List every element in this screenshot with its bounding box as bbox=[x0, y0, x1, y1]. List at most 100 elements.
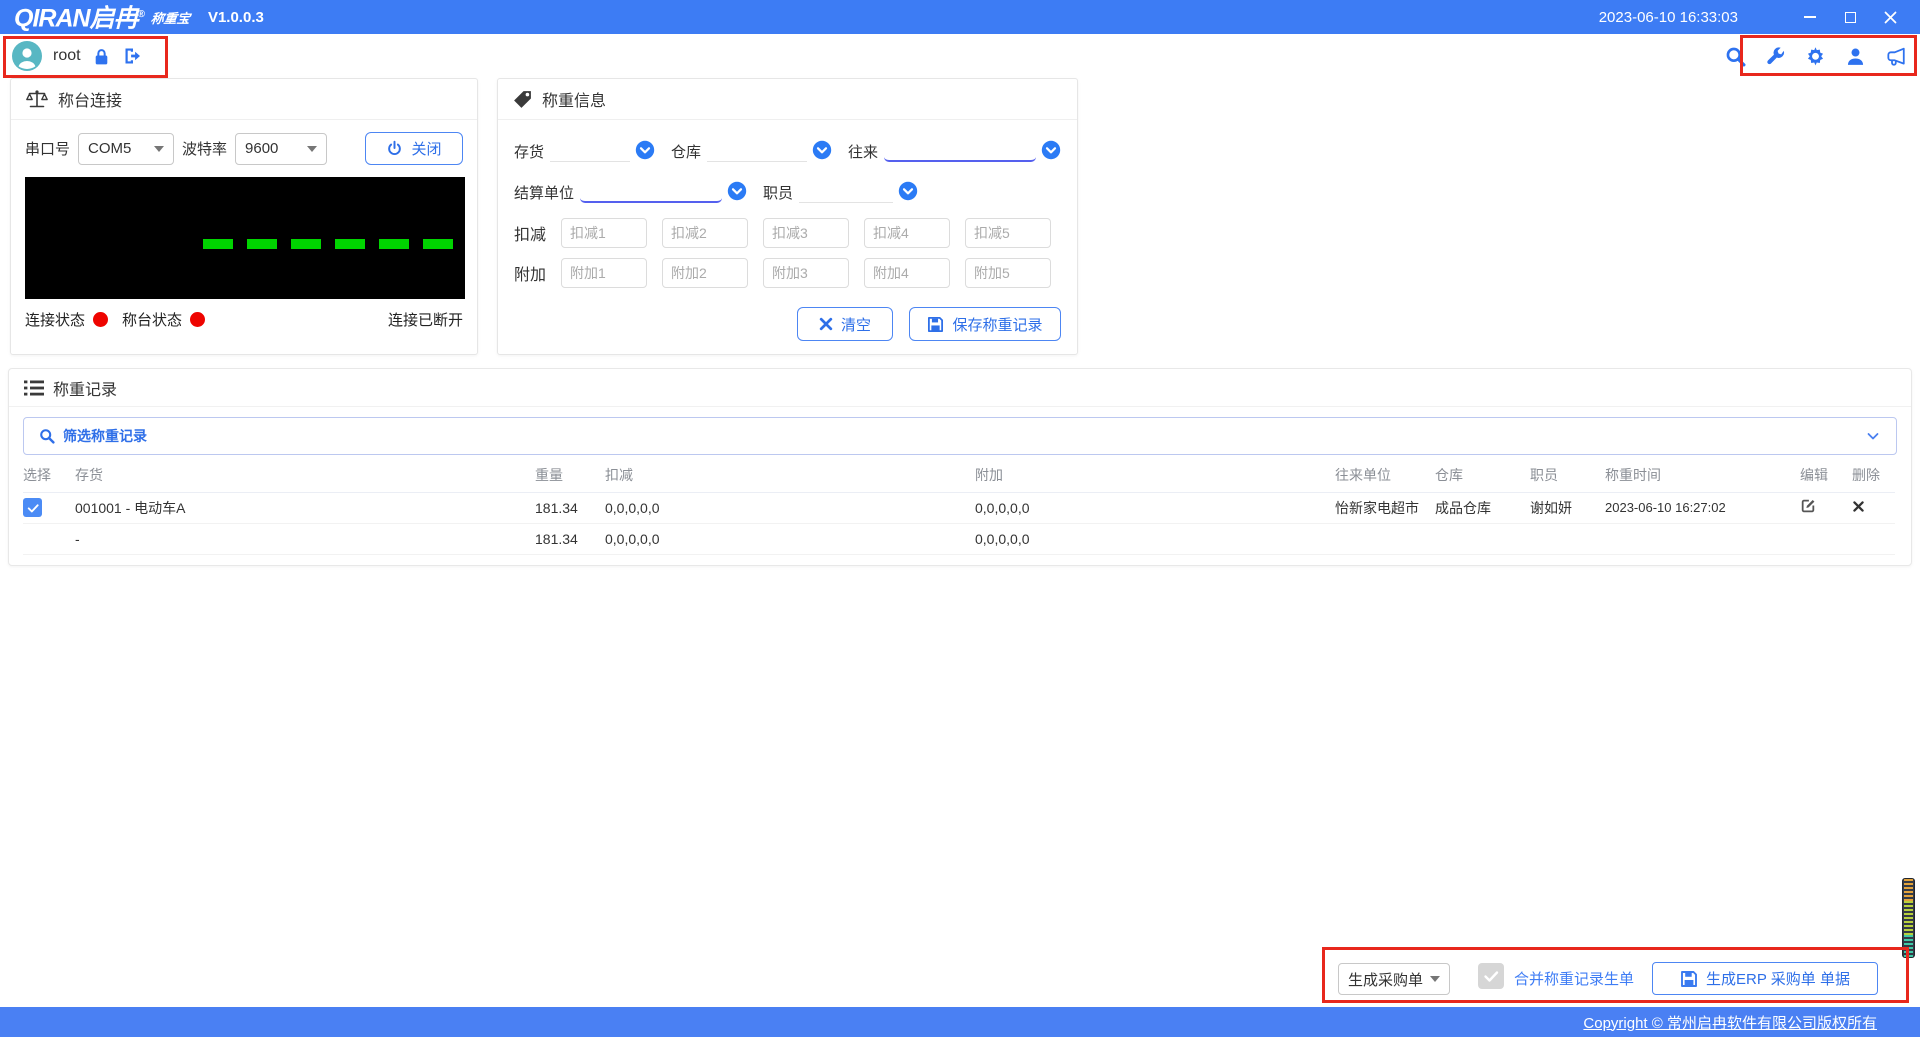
total-weight: 181.34 bbox=[535, 523, 605, 555]
col-inventory: 存货 bbox=[75, 459, 535, 493]
scroll-indicator-stripes bbox=[1904, 879, 1913, 901]
minimize-icon bbox=[1804, 16, 1816, 18]
save-button-label: 保存称重记录 bbox=[952, 316, 1043, 334]
doc-type-value: 生成采购单 bbox=[1348, 971, 1424, 989]
row-checkbox[interactable] bbox=[23, 498, 42, 517]
footer-bar: Copyright © 常州启冉软件有限公司版权所有 bbox=[0, 1007, 1920, 1037]
col-delete: 删除 bbox=[1852, 459, 1895, 493]
registered-mark: ® bbox=[137, 9, 145, 21]
delete-x-icon bbox=[1853, 500, 1864, 512]
dropdown-arrow-icon bbox=[154, 145, 165, 152]
inventory-field[interactable] bbox=[550, 138, 631, 162]
cell-weight: 181.34 bbox=[535, 492, 605, 524]
partner-dropdown-icon[interactable] bbox=[1041, 140, 1061, 160]
megaphone-icon[interactable] bbox=[1885, 46, 1907, 67]
extra-input-1[interactable] bbox=[561, 258, 648, 288]
deduct-input-2[interactable] bbox=[662, 218, 749, 248]
col-deduct: 扣减 bbox=[605, 459, 975, 493]
deduct-input-4[interactable] bbox=[864, 218, 951, 248]
scroll-indicator-stripes bbox=[1904, 901, 1913, 935]
port-select[interactable]: COM5 bbox=[78, 132, 175, 165]
settle-unit-field[interactable] bbox=[580, 179, 723, 203]
edit-icon bbox=[1801, 499, 1815, 513]
extra-input-4[interactable] bbox=[864, 258, 951, 288]
merge-records-checkbox[interactable] bbox=[1478, 963, 1504, 989]
status-row: 连接状态 称台状态 连接已断开 bbox=[11, 299, 477, 330]
col-extra: 附加 bbox=[975, 459, 1335, 493]
table-header-row: 选择 存货 重量 扣减 附加 往来单位 仓库 职员 称重时间 编辑 删除 bbox=[23, 459, 1895, 493]
deduct-input-3[interactable] bbox=[763, 218, 850, 248]
wrench-icon[interactable] bbox=[1765, 46, 1786, 67]
avatar[interactable] bbox=[12, 41, 42, 71]
cell-partner: 怡新家电超市 bbox=[1335, 492, 1435, 524]
staff-label: 职员 bbox=[763, 185, 794, 202]
records-header: 称重记录 bbox=[9, 369, 1911, 407]
copyright-link[interactable]: Copyright © 常州启冉软件有限公司版权所有 bbox=[1583, 1012, 1877, 1033]
tag-icon bbox=[514, 90, 531, 108]
baud-select[interactable]: 9600 bbox=[235, 132, 328, 165]
warehouse-dropdown-icon[interactable] bbox=[812, 140, 832, 160]
clear-button[interactable]: 清空 bbox=[797, 307, 893, 341]
led-dash bbox=[291, 239, 321, 249]
scroll-indicator[interactable] bbox=[1902, 878, 1915, 958]
scale-status-label: 称台状态 bbox=[122, 312, 183, 329]
minimize-button[interactable] bbox=[1790, 0, 1830, 34]
check-icon bbox=[27, 503, 39, 512]
settle-unit-dropdown-icon[interactable] bbox=[727, 181, 747, 201]
staff-field[interactable] bbox=[799, 179, 894, 203]
col-select: 选择 bbox=[23, 459, 75, 493]
gear-icon[interactable] bbox=[1805, 46, 1826, 67]
check-icon bbox=[1484, 971, 1499, 982]
warehouse-label: 仓库 bbox=[671, 144, 702, 161]
system-datetime: 2023-06-10 16:33:03 bbox=[1598, 8, 1738, 26]
field-row-1: 存货 仓库 往来 bbox=[514, 130, 1061, 162]
generate-erp-button[interactable]: 生成ERP 采购单 单据 bbox=[1652, 962, 1878, 995]
cell-inventory: 001001 - 电动车A bbox=[75, 492, 535, 524]
staff-dropdown-icon[interactable] bbox=[898, 181, 918, 201]
save-icon bbox=[928, 316, 944, 332]
led-dash bbox=[379, 239, 409, 249]
extra-input-2[interactable] bbox=[662, 258, 749, 288]
edit-row-button[interactable] bbox=[1800, 498, 1816, 514]
close-window-button[interactable] bbox=[1870, 0, 1910, 34]
close-icon bbox=[1884, 11, 1896, 23]
scale-connection-panel: 称台连接 串口号 COM5 波特率 9600 关闭 连接状态 称台状态 连接已断… bbox=[10, 78, 478, 355]
save-weighing-record-button[interactable]: 保存称重记录 bbox=[909, 307, 1061, 341]
weighing-info-panel: 称重信息 存货 仓库 往来 结算单位 职员 扣减 扣减1 扣减2 扣减3 扣减4… bbox=[497, 78, 1078, 355]
weighing-records-section: 称重记录 筛选称重记录 选择 存货 重量 扣减 附加 往来单位 仓库 职员 称重… bbox=[8, 368, 1912, 566]
cell-warehouse: 成品仓库 bbox=[1435, 492, 1530, 524]
inventory-dropdown-icon[interactable] bbox=[635, 140, 655, 160]
deduct-input-5[interactable] bbox=[965, 218, 1052, 248]
filter-search-icon bbox=[40, 429, 55, 444]
port-label: 串口号 bbox=[25, 141, 71, 158]
merge-records-label[interactable]: 合并称重记录生单 bbox=[1514, 968, 1634, 989]
led-dash bbox=[335, 239, 365, 249]
total-extra: 0,0,0,0,0 bbox=[975, 523, 1335, 555]
connection-status-label: 连接状态 bbox=[25, 312, 86, 329]
deduct-input-1[interactable] bbox=[561, 218, 648, 248]
dropdown-arrow-icon bbox=[1430, 976, 1440, 982]
connection-status-text: 连接已断开 bbox=[387, 312, 463, 329]
led-dash bbox=[203, 239, 233, 249]
extra-input-5[interactable] bbox=[965, 258, 1052, 288]
logout-icon[interactable] bbox=[122, 46, 143, 66]
extra-input-3[interactable] bbox=[763, 258, 850, 288]
weighing-buttons-row: 清空 保存称重记录 bbox=[514, 307, 1061, 341]
doc-type-select[interactable]: 生成采购单 bbox=[1338, 963, 1450, 995]
partner-field[interactable] bbox=[884, 138, 1037, 162]
weighing-panel-title: 称重信息 bbox=[542, 93, 607, 110]
filter-records-bar[interactable]: 筛选称重记录 bbox=[23, 417, 1897, 455]
delete-row-button[interactable] bbox=[1852, 500, 1865, 513]
maximize-button[interactable] bbox=[1830, 0, 1870, 34]
inventory-label: 存货 bbox=[514, 144, 545, 161]
cell-deduct: 0,0,0,0,0 bbox=[605, 492, 975, 524]
led-dash bbox=[423, 239, 453, 249]
deduct-label: 扣减 bbox=[514, 227, 547, 244]
lock-icon[interactable] bbox=[92, 47, 111, 66]
close-connection-button[interactable]: 关闭 bbox=[365, 132, 463, 165]
warehouse-field[interactable] bbox=[707, 138, 808, 162]
search-icon[interactable] bbox=[1725, 46, 1746, 67]
user-icon[interactable] bbox=[1845, 46, 1866, 67]
settle-unit-label: 结算单位 bbox=[514, 185, 575, 202]
clear-button-label: 清空 bbox=[840, 316, 871, 334]
